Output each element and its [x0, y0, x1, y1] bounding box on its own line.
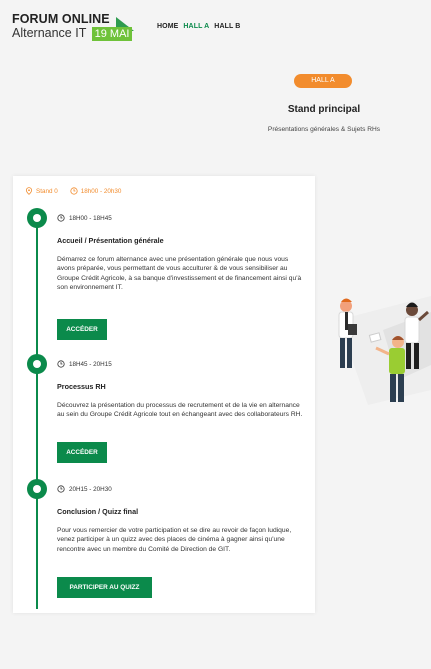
session-title: Accueil / Présentation générale: [57, 236, 164, 245]
logo-date-badge: 19 MAI: [91, 27, 133, 41]
forum-logo[interactable]: FORUM ONLINE Alternance IT 19 MAI: [12, 12, 142, 48]
access-button[interactable]: ACCÉDER: [57, 319, 107, 340]
clock-icon: [57, 214, 65, 222]
people-illustration: [338, 296, 431, 405]
session-description: Pour vous remercier de votre participati…: [57, 527, 292, 553]
session-time-label: 20H15 - 20H30: [69, 485, 112, 493]
hall-badge: HALL A: [294, 74, 352, 88]
clock-icon: [70, 187, 78, 195]
logo-title: FORUM ONLINE: [12, 12, 110, 26]
logo-subtitle: Alternance IT 19 MAI: [12, 26, 133, 41]
schedule-card: Stand 0 18h00 - 20h30 18H00 - 18H45 Accu…: [13, 176, 315, 613]
session-time: 18H00 - 18H45: [57, 214, 307, 222]
clock-icon: [57, 485, 65, 493]
top-nav: HOME HALL A HALL B: [157, 23, 240, 30]
session-time-label: 18H45 - 20H15: [69, 360, 112, 368]
session-time-label: 18H00 - 18H45: [69, 214, 112, 222]
timeline-dot-icon: [27, 354, 47, 374]
stand-meta: Stand 0: [25, 187, 58, 195]
session-item: 20H15 - 20H30 Conclusion / Quizz final P…: [57, 485, 307, 554]
timeline-dot-icon: [27, 479, 47, 499]
session-time: 20H15 - 20H30: [57, 485, 307, 493]
access-button[interactable]: ACCÉDER: [57, 442, 107, 463]
session-time: 18H45 - 20H15: [57, 360, 307, 368]
clock-icon: [57, 360, 65, 368]
time-range-label: 18h00 - 20h30: [80, 187, 122, 195]
session-item: 18H00 - 18H45 Accueil / Présentation gén…: [57, 214, 307, 292]
logo-subtitle-text: Alternance IT: [12, 26, 87, 40]
card-meta: Stand 0 18h00 - 20h30: [25, 187, 121, 195]
timeline-dot-icon: [27, 208, 47, 228]
session-description: Découvrez la présentation du processus d…: [57, 402, 303, 419]
nav-hall-a[interactable]: HALL A: [183, 23, 209, 30]
timeline-line: [36, 219, 38, 609]
stand-label: Stand 0: [36, 187, 58, 195]
session-description: Démarrez ce forum alternance avec une pr…: [57, 256, 302, 291]
stand-subtitle: Présentations générales & Sujets RHs: [267, 126, 381, 133]
session-title: Processus RH: [57, 382, 106, 391]
nav-hall-b[interactable]: HALL B: [214, 23, 240, 30]
stand-title: Stand principal: [287, 104, 361, 115]
session-title: Conclusion / Quizz final: [57, 507, 139, 516]
time-meta: 18h00 - 20h30: [70, 187, 122, 195]
session-item: 18H45 - 20H15 Processus RH Découvrez la …: [57, 360, 307, 420]
location-pin-icon: [26, 187, 32, 195]
quiz-button[interactable]: PARTICIPER AU QUIZZ: [57, 577, 152, 598]
nav-home[interactable]: HOME: [157, 23, 178, 30]
